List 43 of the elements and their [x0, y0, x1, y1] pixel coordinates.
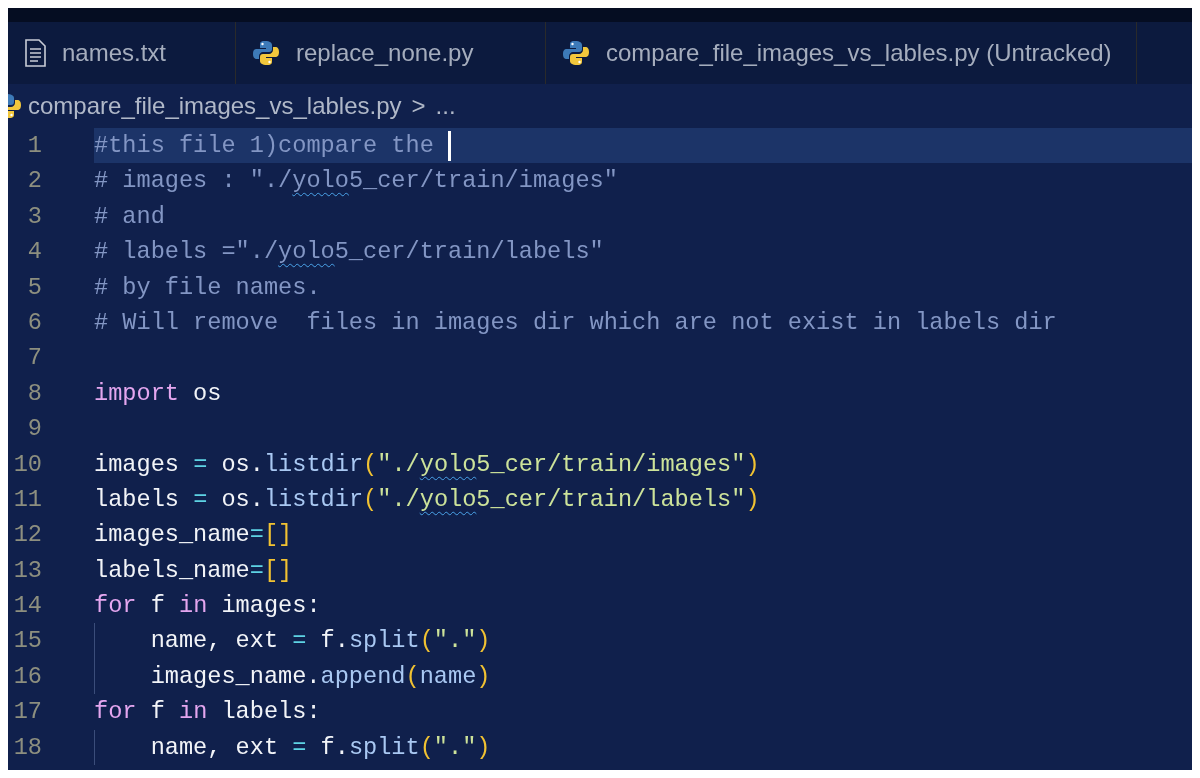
code-line: images_name=[] [94, 520, 293, 551]
line-number: 2 [26, 166, 42, 197]
breadcrumb-file[interactable]: compare_file_images_vs_lables.py [28, 88, 402, 124]
code-line: labels = os.listdir("./yolo5_cer/train/labels") [94, 484, 760, 515]
tab-label[interactable]: replace_none.py [296, 35, 474, 71]
tab-label[interactable]: compare_file_images_vs_lables.py (Untracked) [606, 35, 1112, 71]
breadcrumb-more[interactable]: ... [435, 88, 456, 124]
code-line: # and [94, 201, 165, 232]
line-number: 9 [26, 414, 42, 445]
code-line: images_name.append(name) [150, 661, 491, 692]
line-number: 13 [12, 555, 42, 586]
line-number: 1 [26, 131, 42, 161]
line-number: 10 [12, 449, 42, 480]
line-number: 16 [12, 661, 42, 692]
line-number: 6 [26, 307, 42, 338]
line-number: 4 [26, 237, 42, 268]
code-line: name, ext = f.split(".") [150, 626, 491, 657]
line-number: 12 [12, 520, 42, 551]
line-number: 3 [26, 201, 42, 232]
python-icon [562, 39, 590, 67]
line-number: 18 [12, 732, 42, 763]
document-icon [24, 39, 46, 67]
code-line: labels_name=[] [94, 555, 293, 586]
code-line: for f in labels: [94, 697, 321, 728]
code-line: # by file names. [94, 272, 321, 303]
line-number: 11 [12, 484, 42, 515]
line-number: 14 [12, 591, 42, 622]
line-number: 15 [12, 626, 42, 657]
code-line: images = os.listdir("./yolo5_cer/train/images") [94, 449, 760, 480]
code-line: # labels ="./yolo5_cer/train/labels" [94, 237, 604, 268]
line-number: 8 [26, 378, 42, 409]
code-line: #this file 1)compare the [94, 131, 435, 161]
code-line: # images : "./yolo5_cer/train/images" [94, 166, 618, 197]
tab-label[interactable]: names.txt [62, 35, 167, 71]
code-line: import os [94, 378, 222, 409]
python-icon [252, 39, 280, 67]
line-number: 5 [26, 272, 42, 303]
line-number: 7 [26, 343, 42, 374]
line-number: 17 [12, 697, 42, 728]
code-line: name, ext = f.split(".") [150, 732, 491, 763]
breadcrumb-separator: > [411, 91, 426, 121]
code-line: # Will remove files in images dir which are not exist in labels dir [94, 307, 1057, 338]
code-line: for f in images: [94, 591, 321, 622]
